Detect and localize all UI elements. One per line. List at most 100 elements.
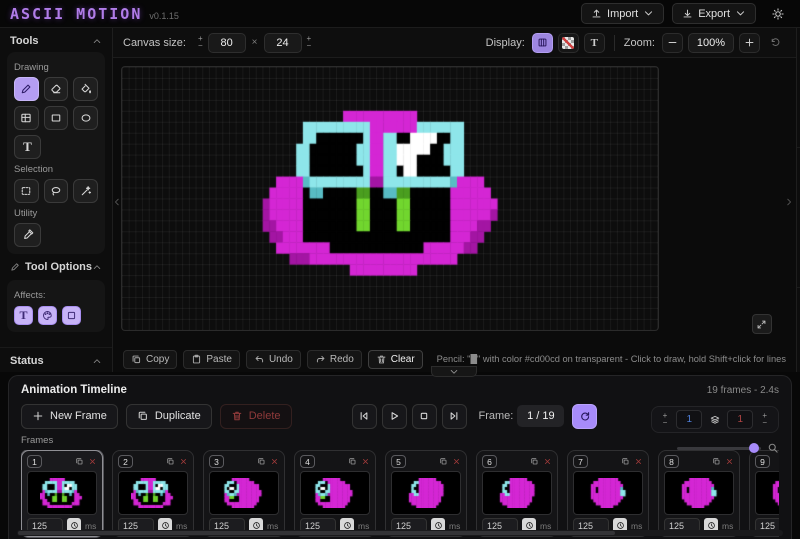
marquee-select-tool-button[interactable] [14,179,39,203]
tools-section-header[interactable]: Tools [0,28,112,52]
grid-display-toggle[interactable] [532,33,553,53]
fill-tool-button[interactable] [73,77,98,101]
duplicate-frame-icon[interactable] [257,457,266,466]
gradient-tool-button[interactable] [14,106,39,130]
clear-button[interactable]: Clear [368,350,423,369]
canvas-height-input[interactable]: 24 [264,33,302,53]
onion-prev-stepper[interactable]: +− [663,413,668,426]
last-frame-button[interactable] [442,404,467,429]
delete-frame-icon[interactable] [452,457,461,466]
frame-size-slider[interactable] [677,447,761,450]
frame-card-3[interactable]: 3 125 ms [203,450,285,537]
export-icon [682,8,693,19]
onion-prev-input[interactable]: 1 [676,410,702,429]
onion-skin-toggle-button[interactable] [706,411,723,428]
duplicate-frame-icon[interactable] [712,457,721,466]
frame-thumbnail[interactable] [755,471,779,515]
lasso-icon [50,185,62,197]
frame-thumbnail[interactable] [573,471,643,515]
frame-card-8[interactable]: 8 125 ms [658,450,740,537]
frame-card-1[interactable]: 1 125 ms [21,450,103,537]
collapse-right-panel-handle[interactable] [784,189,794,215]
frame-thumbnail[interactable] [664,471,734,515]
tool-options-section-header[interactable]: Tool Options [0,254,112,278]
slider-knob[interactable] [749,443,759,453]
frame-card-7[interactable]: 7 125 ms [567,450,649,537]
copy-button[interactable]: Copy [123,350,177,369]
duplicate-icon [137,410,149,422]
delete-frame-icon[interactable] [179,457,188,466]
pencil-tool-button[interactable] [14,77,39,101]
frames-label: Frames [21,435,779,446]
affects-character-toggle[interactable]: T [14,306,33,325]
frames-scrollbar-thumb[interactable] [18,531,615,535]
delete-frame-icon[interactable] [543,457,552,466]
ellipse-tool-button[interactable] [73,106,98,130]
frame-thumbnail[interactable] [27,471,97,515]
frame-thumbnail[interactable] [300,471,370,515]
width-stepper[interactable]: +− [198,36,203,49]
rectangle-tool-button[interactable] [44,106,69,130]
collapse-timeline-tab[interactable] [431,366,477,377]
frame-card-2[interactable]: 2 125 ms [112,450,194,537]
transparency-display-toggle[interactable] [558,33,579,53]
new-frame-button[interactable]: New Frame [21,404,118,429]
delete-frame-icon[interactable] [634,457,643,466]
eyedropper-tool-button[interactable] [14,223,41,247]
zoom-in-button[interactable] [739,33,760,53]
onion-next-input[interactable]: 1 [727,410,753,429]
text-tool-button[interactable]: T [14,135,41,159]
duplicate-frame-icon[interactable] [621,457,630,466]
text-display-toggle[interactable]: T [584,33,605,53]
theme-toggle-button[interactable] [766,3,790,24]
affects-background-toggle[interactable] [62,306,81,325]
duplicate-frame-icon[interactable] [530,457,539,466]
status-section-header[interactable]: Status [0,347,112,372]
affects-color-toggle[interactable] [38,306,57,325]
import-button[interactable]: Import [581,3,664,24]
duplicate-frame-icon[interactable] [439,457,448,466]
delete-frame-icon[interactable] [361,457,370,466]
duplicate-frame-button[interactable]: Duplicate [126,404,212,429]
frame-card-9[interactable]: 9 125 ms [749,450,779,537]
delete-frame-icon[interactable] [88,457,97,466]
play-button[interactable] [382,404,407,429]
frame-thumbnail[interactable] [209,471,279,515]
duplicate-frame-icon[interactable] [348,457,357,466]
frame-card-6[interactable]: 6 125 ms [476,450,558,537]
first-frame-button[interactable] [352,404,377,429]
zoom-out-button[interactable] [662,33,683,53]
stop-button[interactable] [412,404,437,429]
zoom-reset-button[interactable] [765,33,786,53]
export-button[interactable]: Export [672,3,756,24]
expand-canvas-button[interactable] [752,314,772,334]
eraser-tool-button[interactable] [44,77,69,101]
frame-card-4[interactable]: 4 125 ms [294,450,376,537]
delete-frame-button[interactable]: Delete [220,404,292,429]
redo-button[interactable]: Redo [307,350,362,369]
frame-thumbnail[interactable] [482,471,552,515]
lasso-select-tool-button[interactable] [44,179,69,203]
frame-thumbnail[interactable] [118,471,188,515]
collapse-left-panel-handle[interactable] [112,189,122,215]
duplicate-frame-icon[interactable] [166,457,175,466]
frames-scrollbar[interactable] [17,530,783,536]
onion-next-stepper[interactable]: +− [762,413,767,426]
frame-thumbnail[interactable] [391,471,461,515]
delete-frame-icon[interactable] [270,457,279,466]
zoom-value[interactable]: 100% [688,33,734,53]
frame-card-5[interactable]: 5 125 ms [385,450,467,537]
undo-button[interactable]: Undo [246,350,301,369]
magic-wand-tool-button[interactable] [73,179,98,203]
clock-icon [161,521,170,530]
height-stepper[interactable]: +− [307,36,312,49]
drawing-canvas[interactable] [121,66,659,331]
duplicate-frame-icon[interactable] [75,457,84,466]
canvas-width-input[interactable]: 80 [208,33,246,53]
loop-toggle-button[interactable] [572,404,597,429]
tool-hint-text: Pencil: "█" with color #cd00cd on transp… [437,354,786,364]
animation-timeline: Animation Timeline 19 frames - 2.4s New … [0,372,800,539]
clipboard-icon [191,354,202,365]
delete-frame-icon[interactable] [725,457,734,466]
paste-button[interactable]: Paste [183,350,240,369]
